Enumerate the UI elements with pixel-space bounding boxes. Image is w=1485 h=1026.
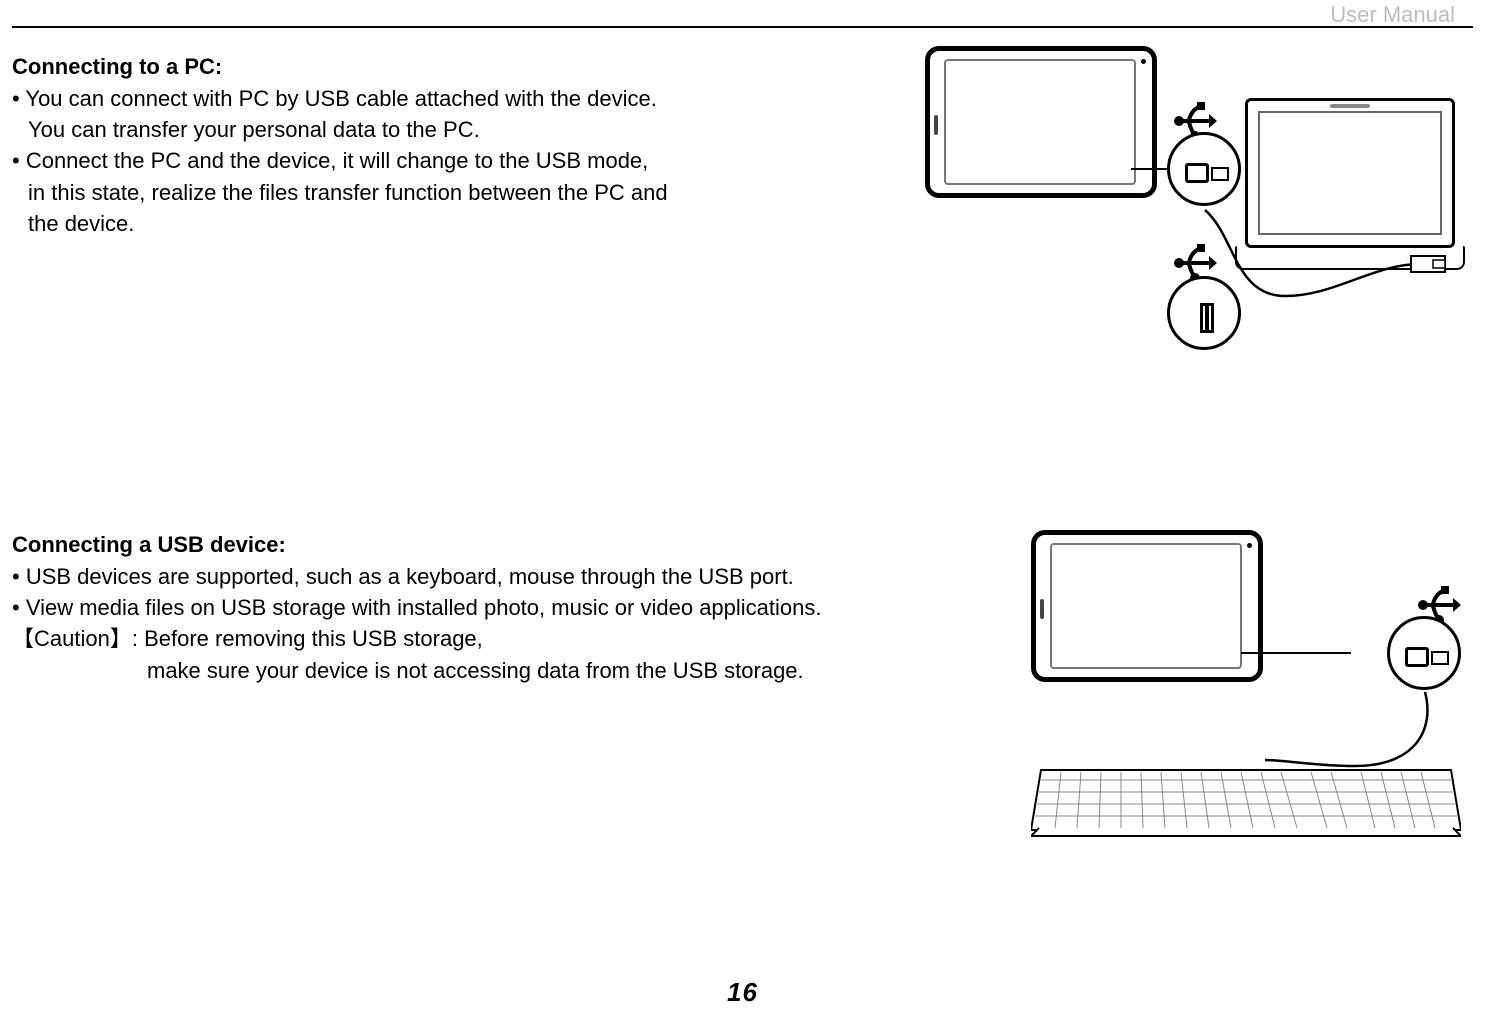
caution-text-line1: : Before removing this USB storage, xyxy=(132,626,483,651)
callout-leader-line xyxy=(1131,168,1171,170)
top-horizontal-rule xyxy=(12,26,1473,28)
keyboard-device-icon xyxy=(1031,760,1461,840)
figure-tablet-to-pc xyxy=(925,46,1465,366)
section1-bullet1-line2: You can transfer your personal data to t… xyxy=(12,114,732,145)
usb-cable xyxy=(1205,196,1445,316)
caution-text-line2: make sure your device is not accessing d… xyxy=(12,655,872,686)
header-doc-title: User Manual xyxy=(1330,2,1455,28)
section-connecting-to-pc: Connecting to a PC: • You can connect wi… xyxy=(12,52,732,239)
section1-bullet2-line1: • Connect the PC and the device, it will… xyxy=(12,145,732,176)
callout-micro-usb-port xyxy=(1167,132,1241,206)
section2-title: Connecting a USB device: xyxy=(12,530,872,561)
section1-title: Connecting to a PC: xyxy=(12,52,732,83)
section2-bullet2: • View media files on USB storage with i… xyxy=(12,592,872,623)
page-number: 16 xyxy=(727,977,758,1008)
caution-label: 【Caution】 xyxy=(12,626,132,651)
callout-micro-usb-port xyxy=(1387,616,1461,690)
section2-bullet1: • USB devices are supported, such as a k… xyxy=(12,561,872,592)
section1-bullet2-line3: the device. xyxy=(12,208,732,239)
callout-leader-line xyxy=(1241,652,1351,654)
tablet-device-icon xyxy=(1031,530,1263,682)
section1-bullet1-line1: • You can connect with PC by USB cable a… xyxy=(12,83,732,114)
section1-bullet2-line2: in this state, realize the files transfe… xyxy=(12,177,732,208)
figure-tablet-to-keyboard xyxy=(1025,530,1465,850)
section-connecting-usb-device: Connecting a USB device: • USB devices a… xyxy=(12,530,872,686)
tablet-device-icon xyxy=(925,46,1157,198)
